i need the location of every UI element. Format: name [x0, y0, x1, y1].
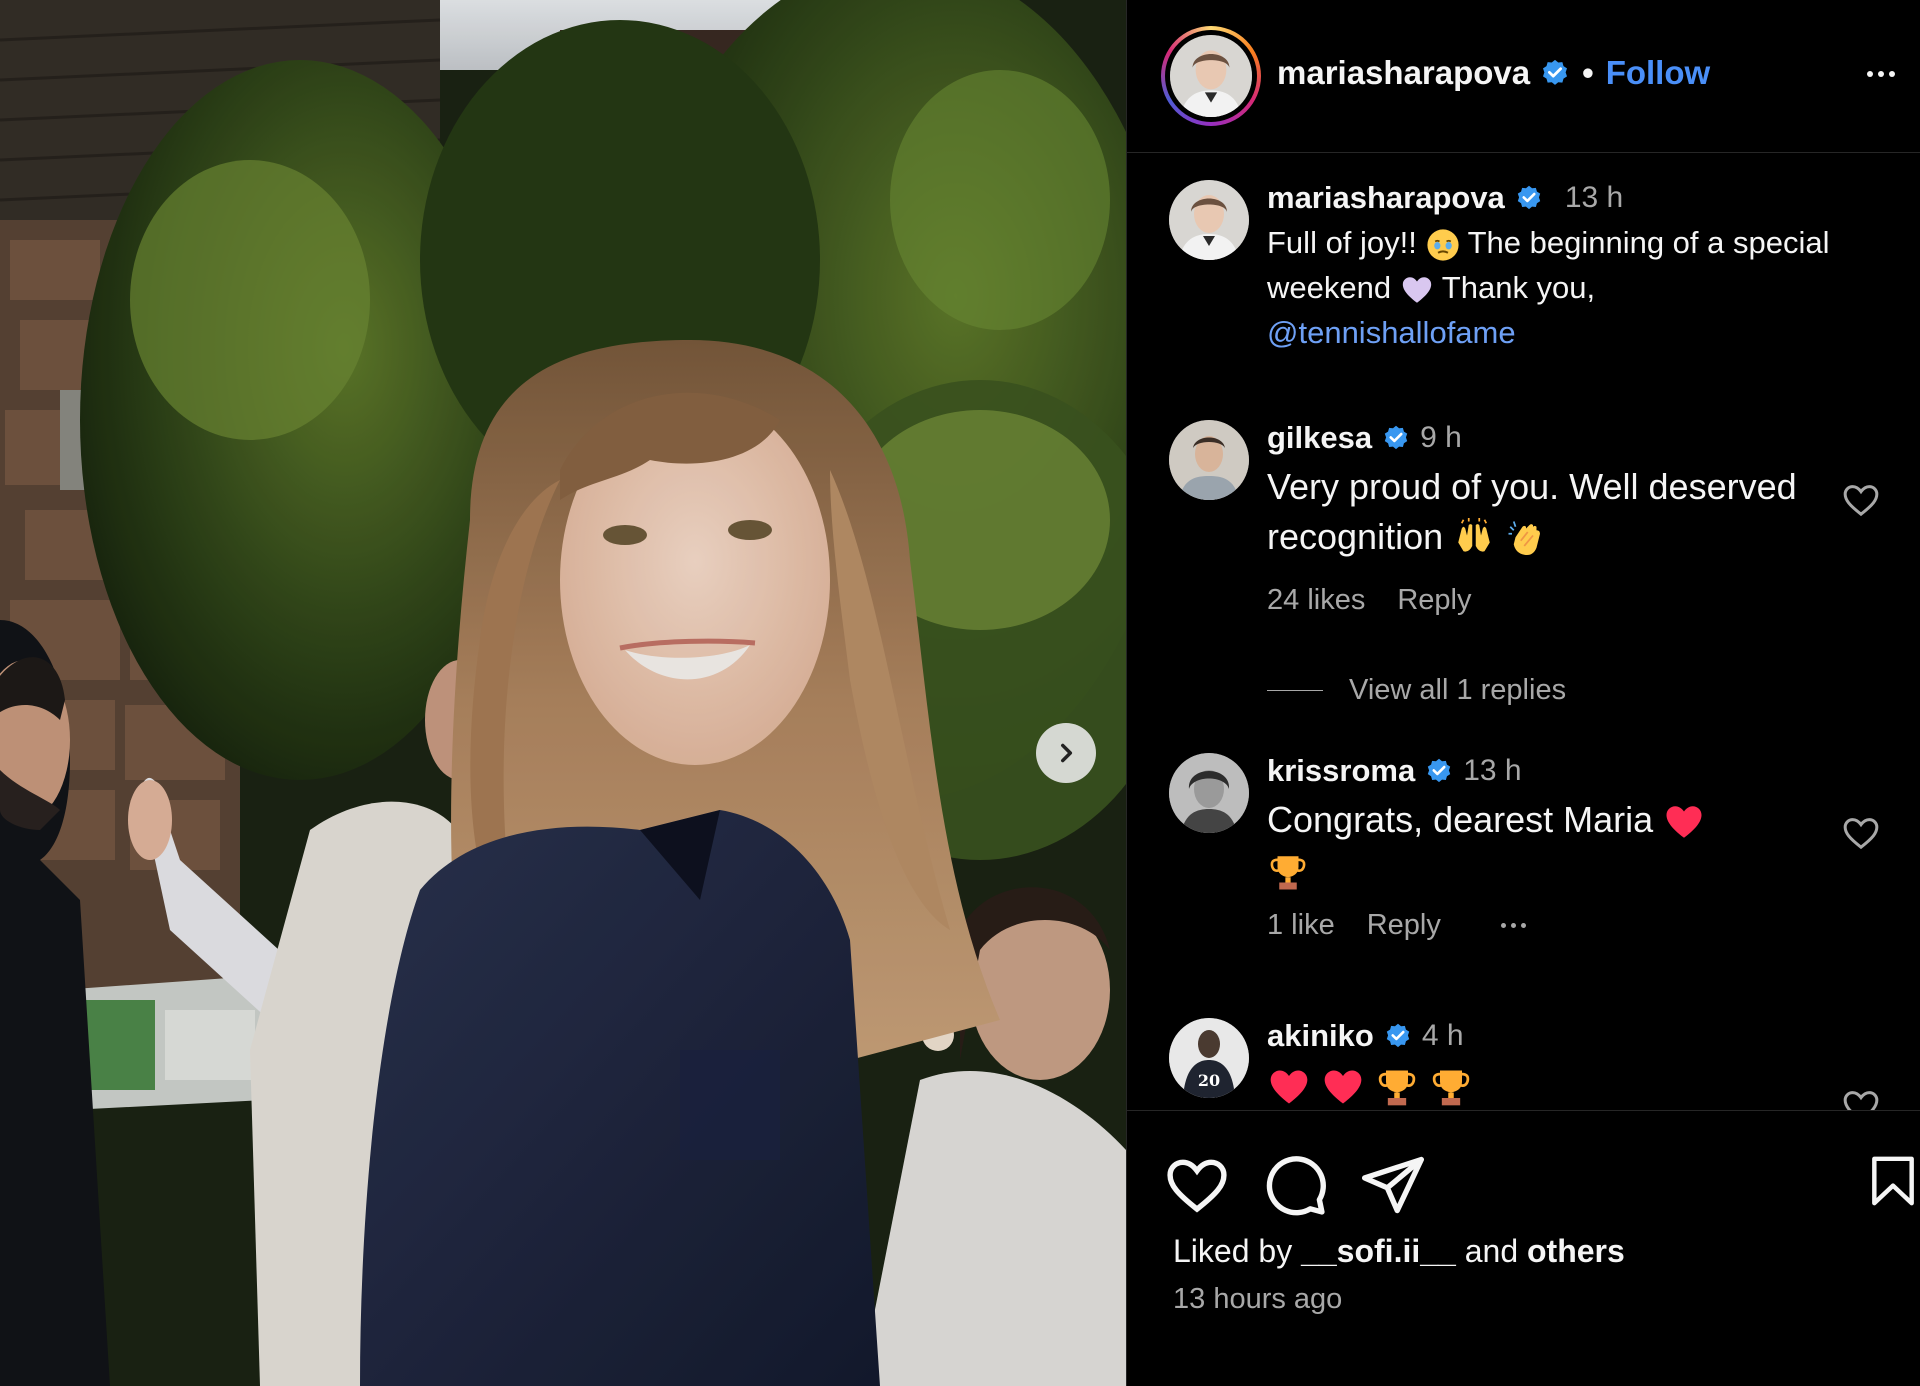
comment-like-button[interactable] [1841, 480, 1881, 520]
chevron-right-icon [1061, 743, 1073, 763]
post-footer: Liked by __sofi.ii__ and others 13 hours… [1127, 1110, 1920, 1386]
trophy-emoji [1378, 1070, 1416, 1106]
liked-by-summary: Liked by __sofi.ii__ and others [1173, 1233, 1625, 1270]
comment-username[interactable]: krissroma [1267, 753, 1415, 789]
liked-by-join: and [1464, 1233, 1519, 1269]
caption-username[interactable]: mariasharapova [1267, 180, 1505, 216]
verified-badge-icon [1384, 1022, 1412, 1050]
comment-text: Very proud of you. Well deserved recogni… [1267, 462, 1831, 562]
liked-by-prefix: Liked by [1173, 1233, 1293, 1269]
red-heart-emoji [1324, 1070, 1362, 1104]
comment-avatar[interactable] [1169, 753, 1249, 833]
post-timestamp[interactable]: 13 hours ago [1173, 1283, 1342, 1316]
next-photo-button[interactable] [1036, 723, 1096, 783]
share-button[interactable] [1359, 1151, 1427, 1219]
post-details-pane: mariasharapova • Follow mariasharapova 1… [1126, 0, 1920, 1386]
comment-likes-count[interactable]: 24 likes [1267, 584, 1365, 617]
heart-outline-icon [1167, 1159, 1227, 1213]
trophy-emoji [1432, 1070, 1470, 1106]
header-username[interactable]: mariasharapova [1277, 54, 1530, 92]
caption-text: Full of joy!! The beginning of a special… [1267, 220, 1831, 355]
header-separator: • [1582, 54, 1594, 91]
like-button[interactable] [1163, 1151, 1231, 1219]
story-ring[interactable] [1161, 26, 1261, 126]
reply-button[interactable]: Reply [1367, 909, 1441, 942]
caption-text-3: Thank you, [1441, 270, 1596, 305]
comment-likes-count[interactable]: 1 like [1267, 909, 1335, 942]
verified-badge-icon [1425, 757, 1453, 785]
caption-mention-link[interactable]: @tennishallofame [1267, 315, 1516, 350]
view-replies-button[interactable]: View all 1 replies [1267, 674, 1566, 707]
header-user: mariasharapova • Follow [1277, 54, 1710, 92]
comment-like-button[interactable] [1841, 813, 1881, 853]
liked-by-user-link[interactable]: __sofi.ii__ [1301, 1233, 1456, 1269]
verified-badge-icon [1382, 424, 1410, 452]
verified-badge-icon [1515, 184, 1543, 212]
clapping-hands-emoji [1508, 521, 1541, 556]
comment-button[interactable] [1261, 1151, 1329, 1219]
comment-time: 9 h [1420, 421, 1462, 454]
trophy-emoji [1270, 856, 1306, 890]
caption-avatar[interactable] [1169, 180, 1249, 260]
reply-button[interactable]: Reply [1397, 584, 1471, 617]
caption-text-1: Full of joy!! [1267, 225, 1417, 260]
heart-outline-icon [1843, 485, 1879, 517]
comment-text [1267, 1060, 1831, 1110]
photo-scene [0, 0, 1126, 1386]
paper-plane-icon [1361, 1156, 1425, 1214]
more-horizontal-icon [1500, 923, 1526, 928]
red-heart-emoji [1270, 1070, 1308, 1104]
comment-avatar[interactable] [1169, 420, 1249, 500]
more-options-button[interactable] [1851, 60, 1911, 88]
replies-divider [1267, 690, 1323, 691]
comments-list[interactable]: mariasharapova 13 h Full of joy!! The be… [1127, 154, 1920, 1110]
instagram-post-modal: mariasharapova • Follow mariasharapova 1… [0, 0, 1920, 1386]
raising-hands-emoji [1458, 518, 1490, 553]
save-button[interactable] [1865, 1153, 1920, 1213]
comment-bubble-icon [1266, 1156, 1326, 1216]
heart-outline-icon [1843, 1091, 1879, 1110]
bookmark-icon [1872, 1156, 1914, 1206]
caption-time: 13 h [1564, 181, 1624, 214]
avatar [1170, 35, 1252, 117]
comment-text: Congrats, dearest Maria [1267, 795, 1831, 895]
heart-outline-icon [1843, 818, 1879, 850]
comment-like-button[interactable] [1841, 1086, 1881, 1110]
comment-username[interactable]: akiniko [1267, 1018, 1374, 1054]
view-replies-label: View all 1 replies [1349, 674, 1567, 706]
face-holding-back-tears-emoji [1426, 229, 1459, 261]
comment-text-content: Congrats, dearest Maria [1267, 799, 1654, 840]
action-bar [1163, 1151, 1427, 1219]
follow-button[interactable]: Follow [1606, 54, 1710, 92]
verified-badge-icon [1540, 58, 1570, 88]
comment-time: 13 h [1463, 754, 1522, 787]
white-heart-emoji [1402, 277, 1431, 303]
comment-avatar[interactable]: 20 [1169, 1018, 1249, 1098]
svg-text:20: 20 [1198, 1071, 1220, 1090]
post-photo[interactable] [0, 0, 1126, 1386]
post-header: mariasharapova • Follow [1127, 0, 1920, 153]
more-horizontal-icon [1867, 71, 1895, 77]
red-heart-emoji [1666, 806, 1702, 839]
liked-by-others-link[interactable]: others [1527, 1233, 1625, 1269]
comment-time: 4 h [1421, 1019, 1464, 1052]
comment-username[interactable]: gilkesa [1267, 420, 1372, 456]
comment-more-button[interactable] [1500, 923, 1526, 928]
